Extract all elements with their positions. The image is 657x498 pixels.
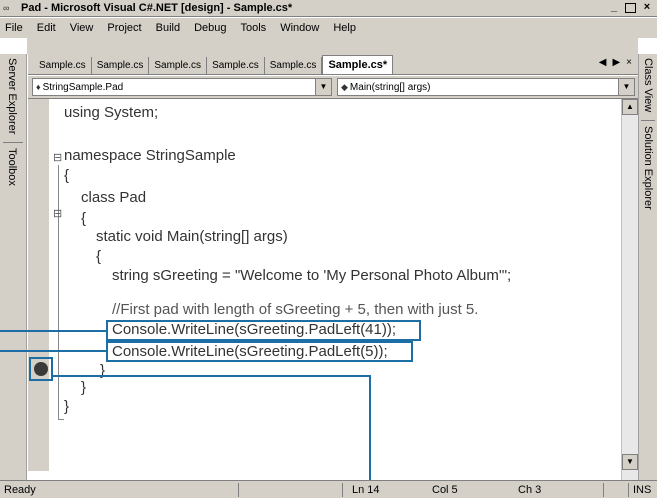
code-comment: //First pad with length of sGreeting + 5… [112, 301, 479, 318]
class-dropdown[interactable]: ♦ StringSample.Pad ▼ [32, 78, 332, 96]
status-ready: Ready [4, 484, 36, 496]
tab-sample-cs-active[interactable]: Sample.cs* [322, 55, 394, 74]
class-icon: ♦ [36, 82, 41, 92]
code-line: class Pad [81, 189, 147, 206]
navigation-bar: ♦ StringSample.Pad ▼ ◆ Main(string[] arg… [28, 76, 638, 98]
scroll-down-button[interactable]: ▼ [622, 454, 638, 470]
callout-line [0, 350, 106, 352]
status-line: Ln 14 [352, 484, 380, 496]
frame-top [27, 38, 638, 54]
tab-controls: ◀ ▶ × [599, 57, 632, 68]
chevron-down-icon[interactable]: ▼ [315, 79, 331, 95]
breakpoint-icon[interactable] [34, 362, 48, 376]
chevron-down-icon[interactable]: ▼ [618, 79, 634, 95]
code-line: { [81, 210, 87, 227]
minimize-button[interactable]: _ [606, 1, 622, 15]
title-bar: ∞ Pad - Microsoft Visual C#.NET [design]… [0, 0, 657, 17]
vertical-scrollbar[interactable]: ▲ ▼ [621, 99, 638, 481]
callout-line [51, 375, 371, 377]
tab-solution-explorer[interactable]: Solution Explorer [642, 126, 654, 210]
status-column: Col 5 [432, 484, 458, 496]
menu-edit[interactable]: Edit [30, 22, 63, 34]
status-divider [238, 483, 239, 497]
code-line: namespace StringSample [64, 147, 236, 164]
sidebar-divider [3, 142, 23, 143]
left-sidebar: Server Explorer Toolbox [0, 54, 27, 480]
close-button[interactable]: × [639, 1, 655, 15]
status-bar: Ready Ln 14 Col 5 Ch 3 INS [0, 480, 657, 498]
code-line: } [64, 398, 70, 415]
tab-server-explorer[interactable]: Server Explorer [6, 58, 18, 134]
code-line: static void Main(string[] args) [96, 228, 288, 245]
scroll-up-button[interactable]: ▲ [622, 99, 638, 115]
code-line: } [81, 379, 87, 396]
tab-toolbox[interactable]: Toolbox [6, 148, 18, 186]
highlight-box [106, 341, 413, 362]
code-line: { [96, 248, 102, 265]
menu-build[interactable]: Build [149, 22, 187, 34]
menu-file[interactable]: File [0, 22, 30, 34]
window-title: Pad - Microsoft Visual C#.NET [design] -… [21, 2, 293, 14]
document-tabs: Sample.cs Sample.cs Sample.cs Sample.cs … [28, 54, 638, 75]
status-divider [603, 483, 604, 497]
sidebar-divider [641, 120, 655, 121]
menu-view[interactable]: View [63, 22, 101, 34]
window-controls: _ × [606, 1, 655, 15]
scroll-right-icon[interactable]: ▶ [612, 57, 620, 68]
menu-project[interactable]: Project [100, 22, 148, 34]
menu-window[interactable]: Window [273, 22, 326, 34]
status-divider [342, 483, 343, 497]
member-dropdown[interactable]: ◆ Main(string[] args) ▼ [337, 78, 635, 96]
breakpoint-gutter[interactable] [28, 99, 49, 471]
code-editor[interactable]: ⊟ ⊟ using System; namespace StringSample… [28, 98, 638, 481]
tab-class-view[interactable]: Class View [642, 58, 654, 112]
method-icon: ◆ [341, 81, 348, 92]
tab-sample-cs[interactable]: Sample.cs [207, 57, 265, 74]
code-line: string sGreeting = "Welcome to 'My Perso… [112, 267, 512, 284]
highlight-box [106, 320, 421, 341]
menu-tools[interactable]: Tools [234, 22, 274, 34]
outline-line [58, 165, 59, 420]
right-sidebar: Class View Solution Explorer [638, 54, 657, 480]
app-icon: ∞ [3, 3, 10, 13]
status-divider [628, 483, 629, 497]
code-line: using System; [64, 104, 159, 121]
close-tab-icon[interactable]: × [626, 57, 632, 68]
menu-help[interactable]: Help [326, 22, 363, 34]
menu-debug[interactable]: Debug [187, 22, 233, 34]
menu-bar: File Edit View Project Build Debug Tools… [0, 18, 657, 38]
tab-sample-cs[interactable]: Sample.cs [265, 57, 323, 74]
callout-line [0, 330, 106, 332]
class-dropdown-value: StringSample.Pad [42, 81, 124, 93]
status-char: Ch 3 [518, 484, 542, 496]
collapse-icon[interactable]: ⊟ [53, 209, 62, 220]
status-insert-mode: INS [633, 484, 652, 496]
restore-button[interactable] [625, 3, 636, 13]
code-line: } [100, 362, 106, 379]
tab-sample-cs[interactable]: Sample.cs [149, 57, 208, 74]
tab-sample-cs[interactable]: Sample.cs [34, 57, 92, 74]
code-area[interactable]: using System; namespace StringSample { c… [64, 99, 614, 471]
scroll-left-icon[interactable]: ◀ [599, 57, 607, 68]
tab-sample-cs[interactable]: Sample.cs [92, 57, 150, 74]
code-line: { [64, 167, 70, 184]
collapse-icon[interactable]: ⊟ [53, 153, 62, 164]
member-dropdown-value: Main(string[] args) [349, 81, 431, 93]
